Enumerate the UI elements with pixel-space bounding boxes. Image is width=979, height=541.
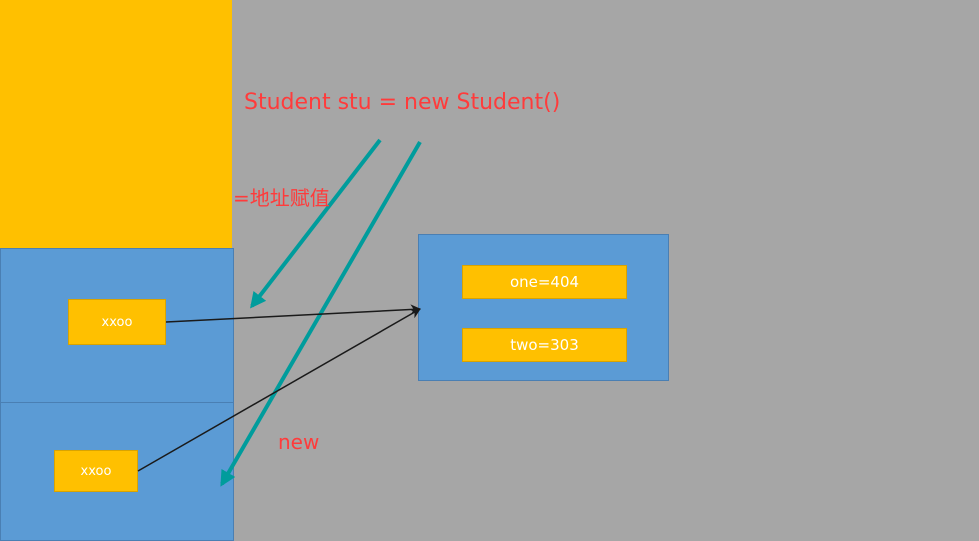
code-label: Student stu = new Student() — [244, 90, 561, 115]
new-label: new — [278, 430, 320, 454]
assign-arrow — [250, 138, 382, 309]
reference-arrow-1 — [165, 304, 422, 323]
assign-label: =地址赋值 — [233, 186, 330, 210]
arrows-layer — [137, 138, 422, 487]
